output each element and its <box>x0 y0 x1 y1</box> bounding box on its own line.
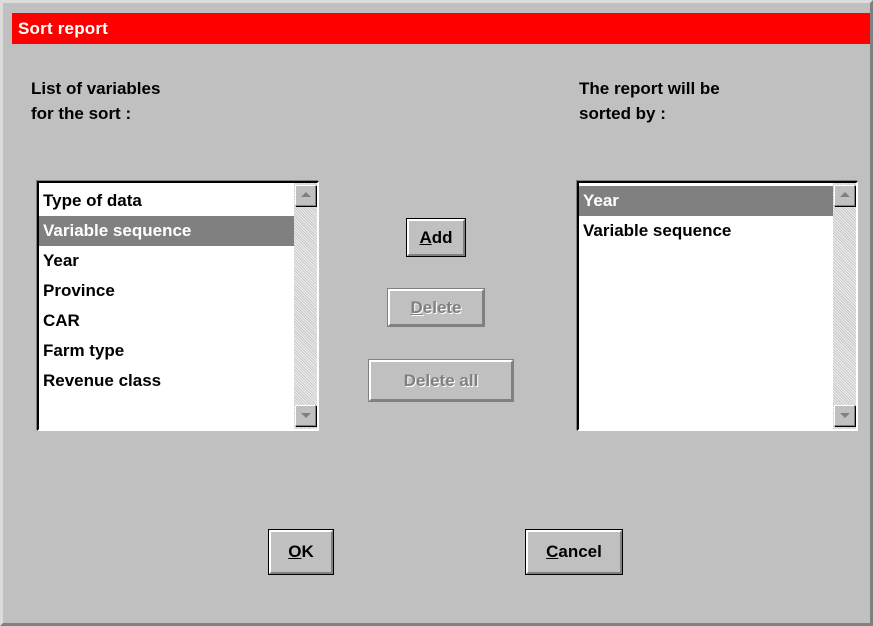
window-title: Sort report <box>18 19 109 38</box>
scroll-down-arrow-icon <box>301 413 311 418</box>
available-variables-label: List of variables for the sort : <box>31 76 160 126</box>
delete-button[interactable]: Delete <box>387 288 485 327</box>
delete-button-label: elete <box>422 297 462 317</box>
delete-all-button[interactable]: Delete all <box>368 359 514 402</box>
delete-button-mnemonic: D <box>410 297 423 317</box>
cancel-button-label: ancel <box>558 542 602 561</box>
available-variable-list-item[interactable]: Type of data <box>39 186 294 216</box>
available-variable-list-item[interactable]: Farm type <box>39 336 294 366</box>
sorted-by-label: The report will be sorted by : <box>579 76 720 126</box>
sort-variable-list-item[interactable]: Variable sequence <box>579 216 833 246</box>
sorted-by-label-line2: sorted by : <box>579 104 666 123</box>
add-button[interactable]: Add <box>406 218 466 257</box>
cancel-button-mnemonic: C <box>546 542 559 561</box>
scroll-up-arrow-icon <box>301 192 311 197</box>
ok-button[interactable]: OK <box>268 529 334 575</box>
available-variable-list-item[interactable]: Province <box>39 276 294 306</box>
available-variable-list-item[interactable]: Year <box>39 246 294 276</box>
available-variables-label-line1: List of variables <box>31 79 161 98</box>
available-variable-list-item[interactable]: CAR <box>39 306 294 336</box>
title-bar[interactable]: Sort report <box>12 13 870 44</box>
scroll-up-button[interactable] <box>295 185 316 206</box>
delete-all-button-label: Delete all <box>403 370 479 390</box>
available-variable-list-item[interactable]: Variable sequence <box>39 216 294 246</box>
scroll-down-button[interactable] <box>295 405 316 426</box>
ok-button-label: K <box>301 542 314 561</box>
available-variable-list-item[interactable]: Revenue class <box>39 366 294 396</box>
sorted-by-listbox[interactable]: Year Variable sequence <box>577 181 858 431</box>
ok-button-mnemonic: O <box>288 542 302 561</box>
sort-variable-list-item[interactable]: Year <box>579 186 833 216</box>
available-variables-items: Type of data Variable sequence Year Provinc… <box>39 186 294 396</box>
sort-report-dialog: Sort report List of variables for the so… <box>0 0 873 626</box>
scroll-down-arrow-icon <box>840 413 850 418</box>
available-variables-label-line2: for the sort : <box>31 104 132 123</box>
sorted-by-scrollbar[interactable] <box>833 183 856 429</box>
add-button-label: dd <box>431 227 453 247</box>
scroll-up-arrow-icon <box>840 192 850 197</box>
sorted-by-label-line1: The report will be <box>579 79 720 98</box>
cancel-button[interactable]: Cancel <box>525 529 623 575</box>
scroll-up-button[interactable] <box>834 185 855 206</box>
available-variables-listbox[interactable]: Type of data Variable sequence Year Provinc… <box>37 181 319 431</box>
add-button-mnemonic: A <box>419 227 432 247</box>
sorted-by-items: Year Variable sequence <box>579 186 833 246</box>
scroll-down-button[interactable] <box>834 405 855 426</box>
available-variables-scrollbar[interactable] <box>294 183 317 429</box>
